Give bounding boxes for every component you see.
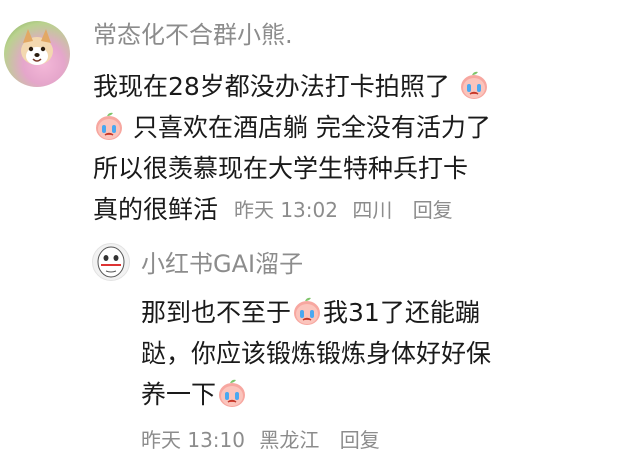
comment-body: 我现在28岁都没办法打卡拍照了 只喜欢在酒店躺 完全没有活力了 所以很羡慕现在大… (93, 66, 613, 231)
reply-meta: 昨天 13:10 黑龙江 回复 (141, 424, 380, 456)
comment-time: 昨天 13:02 (233, 198, 338, 222)
reply-button[interactable]: 回复 (413, 198, 453, 222)
reply-button[interactable]: 回复 (340, 428, 380, 452)
comment-meta: 昨天 13:02 四川 回复 (234, 190, 453, 231)
crying-peach-emoji-icon (219, 379, 246, 407)
comment-username[interactable]: 常态化不合群小熊. (93, 19, 293, 51)
corgi-avatar-image (21, 29, 53, 65)
reply-time: 昨天 13:10 (141, 428, 245, 452)
comment-thread: 常态化不合群小熊. 我现在28岁都没办法打卡拍照了 只喜欢在酒店躺 完全没有活力… (0, 0, 626, 469)
crying-peach-emoji-icon (460, 71, 487, 99)
comment-location: 四川 (352, 198, 393, 222)
reply-location: 黑龙江 (259, 428, 320, 452)
reply-username[interactable]: 小红书GAI溜子 (141, 248, 303, 280)
comment-line: 真的很鲜活 昨天 13:02 四川 回复 (93, 189, 613, 231)
avatar[interactable] (92, 243, 130, 281)
reply-body: 那到也不至于 我31了还能蹦 跶，你应该锻炼锻炼身体好好保 养一下 (141, 292, 601, 415)
crying-peach-emoji-icon (96, 112, 122, 140)
sketch-face-avatar-image (97, 246, 125, 278)
crying-peach-emoji-icon (294, 297, 321, 325)
comment-line: 只喜欢在酒店躺 完全没有活力了 (93, 107, 613, 148)
reply-line: 跶，你应该锻炼锻炼身体好好保 (141, 339, 492, 368)
comment-line: 所以很羡慕现在大学生特种兵打卡 (93, 154, 469, 183)
comment-line: 我现在28岁都没办法打卡拍照了 (93, 66, 613, 107)
reply-line: 养一下 (141, 374, 601, 415)
reply-line: 那到也不至于 我31了还能蹦 (141, 292, 601, 333)
avatar[interactable] (4, 21, 70, 87)
